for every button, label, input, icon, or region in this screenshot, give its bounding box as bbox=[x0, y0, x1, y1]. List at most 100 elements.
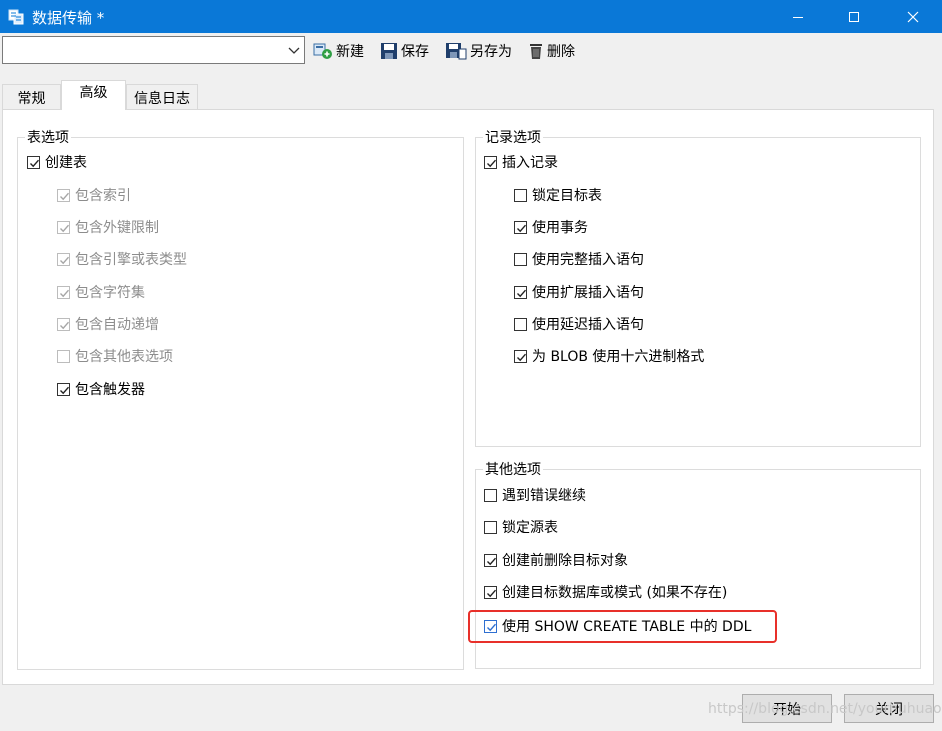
checkbox-label: 插入记录 bbox=[502, 155, 558, 171]
checkbox bbox=[57, 317, 70, 331]
checkbox-label: 创建目标数据库或模式 (如果不存在) bbox=[502, 585, 728, 601]
checkbox[interactable] bbox=[514, 317, 527, 331]
other-option-checkbox-row[interactable]: 遇到错误继续 bbox=[484, 486, 586, 504]
checkbox bbox=[57, 188, 70, 202]
checkmark-icon bbox=[30, 159, 40, 167]
checkbox[interactable] bbox=[514, 252, 527, 266]
record-option-checkbox-row[interactable]: 使用扩展插入语句 bbox=[514, 283, 644, 301]
data-transfer-app-icon bbox=[8, 8, 25, 25]
checkbox[interactable] bbox=[57, 382, 70, 396]
profile-combo[interactable] bbox=[2, 36, 305, 64]
delete-button[interactable]: 删除 bbox=[528, 40, 575, 62]
table-option-checkbox-row: 包含外键限制 bbox=[57, 218, 159, 236]
checkbox-label: 遇到错误继续 bbox=[502, 488, 586, 504]
checkbox-label: 包含引擎或表类型 bbox=[75, 252, 187, 268]
table-option-checkbox-row: 包含字符集 bbox=[57, 283, 145, 301]
checkbox[interactable] bbox=[484, 585, 497, 599]
checkmark-icon bbox=[517, 353, 527, 361]
save-as-icon bbox=[445, 42, 467, 60]
checkbox[interactable] bbox=[484, 488, 497, 502]
checkbox[interactable] bbox=[27, 155, 40, 169]
save-button[interactable]: 保存 bbox=[380, 40, 429, 62]
record-option-checkbox-row[interactable]: 锁定目标表 bbox=[514, 186, 602, 204]
checkbox-label: 为 BLOB 使用十六进制格式 bbox=[532, 349, 705, 365]
checkbox bbox=[57, 285, 70, 299]
table-option-checkbox-row: 包含自动递增 bbox=[57, 315, 159, 333]
save-label: 保存 bbox=[401, 44, 429, 60]
checkbox-label: 包含自动递增 bbox=[75, 317, 159, 333]
tab-log[interactable]: 信息日志 bbox=[126, 84, 198, 110]
checkbox[interactable] bbox=[514, 349, 527, 363]
table-option-checkbox-row: 包含引擎或表类型 bbox=[57, 250, 187, 268]
save-as-label: 另存为 bbox=[470, 44, 512, 60]
checkmark-icon bbox=[517, 289, 527, 297]
checkbox-label: 包含索引 bbox=[75, 188, 131, 204]
minimize-icon bbox=[792, 11, 804, 23]
table-option-checkbox-row[interactable]: 创建表 bbox=[27, 153, 87, 171]
checkbox-label: 创建前删除目标对象 bbox=[502, 553, 628, 569]
checkbox-label: 包含其他表选项 bbox=[75, 349, 173, 365]
table-options-title: 表选项 bbox=[25, 127, 71, 147]
other-option-checkbox-row[interactable]: 创建前删除目标对象 bbox=[484, 551, 628, 569]
maximize-button[interactable] bbox=[831, 0, 877, 33]
checkmark-icon bbox=[60, 289, 70, 297]
new-button[interactable]: 新建 bbox=[313, 40, 364, 62]
checkbox bbox=[57, 220, 70, 234]
save-as-button[interactable]: 另存为 bbox=[445, 40, 512, 62]
checkbox[interactable] bbox=[484, 520, 497, 534]
checkbox-label: 使用延迟插入语句 bbox=[532, 317, 644, 333]
delete-label: 删除 bbox=[547, 44, 575, 60]
maximize-icon bbox=[848, 11, 860, 23]
window-title: 数据传输 * bbox=[32, 9, 105, 27]
checkbox[interactable] bbox=[514, 285, 527, 299]
table-option-checkbox-row: 包含索引 bbox=[57, 186, 131, 204]
record-options-title: 记录选项 bbox=[483, 127, 543, 147]
checkbox-label: 包含字符集 bbox=[75, 285, 145, 301]
checkmark-icon bbox=[487, 159, 497, 167]
checkbox-label: 包含外键限制 bbox=[75, 220, 159, 236]
checkbox-label: 使用扩展插入语句 bbox=[532, 285, 644, 301]
record-option-checkbox-row[interactable]: 使用事务 bbox=[514, 218, 588, 236]
checkbox[interactable] bbox=[484, 553, 497, 567]
checkbox bbox=[57, 252, 70, 266]
record-option-checkbox-row[interactable]: 插入记录 bbox=[484, 153, 558, 171]
table-option-checkbox-row: 包含其他表选项 bbox=[57, 347, 173, 365]
close-window-button[interactable] bbox=[890, 0, 936, 33]
tab-general-label: 常规 bbox=[17, 90, 46, 107]
table-option-checkbox-row[interactable]: 包含触发器 bbox=[57, 380, 145, 398]
checkmark-icon bbox=[487, 589, 497, 597]
checkmark-icon bbox=[60, 224, 70, 232]
checkbox bbox=[57, 349, 70, 363]
tab-advanced[interactable]: 高级 bbox=[61, 80, 126, 110]
checkmark-icon bbox=[60, 192, 70, 200]
checkmark-icon bbox=[517, 224, 527, 232]
highlight-annotation bbox=[468, 610, 777, 643]
checkmark-icon bbox=[60, 321, 70, 329]
checkmark-icon bbox=[60, 386, 70, 394]
checkbox-label: 锁定源表 bbox=[502, 520, 558, 536]
checkbox[interactable] bbox=[514, 188, 527, 202]
title-bar: 数据传输 * bbox=[0, 0, 942, 33]
checkbox[interactable] bbox=[484, 155, 497, 169]
minimize-button[interactable] bbox=[775, 0, 821, 33]
record-option-checkbox-row[interactable]: 为 BLOB 使用十六进制格式 bbox=[514, 347, 704, 365]
tab-general[interactable]: 常规 bbox=[2, 84, 61, 110]
other-option-checkbox-row[interactable]: 创建目标数据库或模式 (如果不存在) bbox=[484, 583, 727, 601]
tab-advanced-label: 高级 bbox=[79, 84, 108, 101]
close-icon bbox=[907, 11, 919, 23]
checkmark-icon bbox=[60, 256, 70, 264]
trash-icon bbox=[528, 42, 544, 60]
new-profile-icon bbox=[313, 42, 333, 60]
record-option-checkbox-row[interactable]: 使用延迟插入语句 bbox=[514, 315, 644, 333]
watermark: https://blog.csdn.net/yourhuhuao bbox=[708, 701, 942, 717]
other-options-title: 其他选项 bbox=[483, 459, 543, 479]
record-option-checkbox-row[interactable]: 使用完整插入语句 bbox=[514, 250, 644, 268]
checkbox[interactable] bbox=[514, 220, 527, 234]
save-icon bbox=[380, 42, 398, 60]
checkbox-label: 包含触发器 bbox=[75, 382, 145, 398]
other-option-checkbox-row[interactable]: 锁定源表 bbox=[484, 518, 558, 536]
checkbox-label: 使用完整插入语句 bbox=[532, 252, 644, 268]
checkbox-label: 使用事务 bbox=[532, 220, 588, 236]
checkmark-icon bbox=[487, 557, 497, 565]
tab-log-label: 信息日志 bbox=[134, 90, 190, 107]
